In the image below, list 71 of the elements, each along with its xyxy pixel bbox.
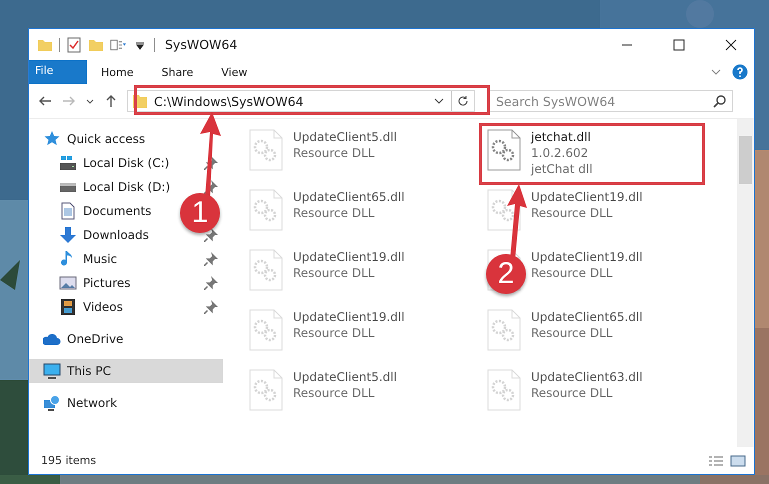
file-gears-icon (487, 309, 521, 351)
sidebar-item[interactable]: Pictures (29, 271, 179, 295)
file-name[interactable]: UpdateClient63.dll (531, 369, 643, 385)
file-name[interactable]: UpdateClient19.dll (293, 249, 405, 265)
file-gears-icon (249, 309, 283, 351)
pin-icon[interactable] (204, 252, 218, 266)
file-detail: Resource DLL (531, 325, 614, 341)
file-name[interactable]: jetchat.dll (531, 129, 593, 145)
details-view-icon[interactable] (708, 454, 724, 466)
ribbon-tab[interactable]: View (207, 60, 262, 84)
file-gears-icon (487, 369, 521, 411)
sidebar-item[interactable]: OneDrive (29, 327, 223, 351)
refresh-icon (457, 95, 469, 107)
network-icon (43, 394, 61, 412)
file-detail: Resource DLL (293, 265, 376, 281)
file-gears-icon (249, 369, 283, 411)
star-icon (43, 130, 61, 148)
ribbon-tab[interactable]: Home (87, 60, 148, 84)
properties-icon[interactable] (66, 36, 82, 52)
sidebar-item[interactable]: Local Disk (D:) (29, 175, 179, 199)
document-icon (59, 202, 77, 220)
file-detail: Resource DLL (293, 325, 376, 341)
monitor-icon (43, 362, 61, 380)
maximize-icon (673, 38, 685, 50)
file-detail: Resource DLL (293, 385, 376, 401)
window-title: SysWOW64 (165, 37, 238, 52)
file-gears-icon (249, 129, 283, 171)
sidebar-item[interactable]: Music (29, 247, 179, 271)
address-field[interactable]: C:\Windows\SysWOW64 (127, 90, 475, 112)
pin-icon[interactable] (204, 276, 218, 290)
image-icon (59, 274, 77, 292)
file-gears-icon (249, 189, 283, 231)
file-name[interactable]: UpdateClient19.dll (531, 249, 643, 265)
ribbon-tab[interactable]: Share (147, 60, 208, 84)
sidebar-item[interactable]: Downloads (29, 223, 179, 247)
sidebar-item[interactable]: This PC (29, 359, 223, 383)
file-detail: Resource DLL (531, 385, 614, 401)
address-path: C:\Windows\SysWOW64 (154, 94, 304, 108)
sidebar-item[interactable]: Quick access (29, 127, 223, 151)
file-detail: 1.0.2.602 (531, 145, 590, 161)
help-icon[interactable] (732, 64, 748, 80)
file-detail: Resource DLL (531, 205, 614, 221)
file-menu-button[interactable]: File (29, 60, 87, 84)
file-detail: jetChat dll (531, 161, 593, 177)
download-icon (59, 226, 77, 244)
search-icon[interactable] (713, 94, 727, 108)
file-name[interactable]: UpdateClient5.dll (293, 129, 397, 145)
file-name[interactable]: UpdateClient19.dll (293, 309, 405, 325)
scroll-thumb[interactable] (739, 136, 752, 184)
item-count: 195 items (41, 454, 96, 467)
film-icon (59, 298, 77, 316)
file-name[interactable]: UpdateClient5.dll (293, 369, 397, 385)
search-field[interactable]: Search SysWOW64 (489, 90, 733, 112)
sidebar-item[interactable]: Documents (29, 199, 179, 223)
close-icon (725, 38, 737, 50)
file-name[interactable]: UpdateClient65.dll (531, 309, 643, 325)
pin-icon[interactable] (204, 300, 218, 314)
sidebar-item[interactable]: Local Disk (C:) (29, 151, 179, 175)
file-detail: Resource DLL (293, 205, 376, 221)
file-gears-icon (249, 249, 283, 291)
file-name[interactable]: UpdateClient65.dll (293, 189, 405, 205)
file-detail: Resource DLL (293, 145, 376, 161)
large-icons-view-icon[interactable] (730, 454, 746, 466)
scrollbar[interactable] (737, 119, 754, 447)
file-name[interactable]: UpdateClient19.dll (531, 189, 643, 205)
file-gears-icon (487, 129, 521, 171)
file-detail: Resource DLL (531, 265, 614, 281)
pin-icon[interactable] (204, 228, 218, 242)
drive-icon (59, 154, 77, 172)
sidebar-item[interactable]: Network (29, 391, 223, 415)
sidebar-item[interactable]: Videos (29, 295, 179, 319)
